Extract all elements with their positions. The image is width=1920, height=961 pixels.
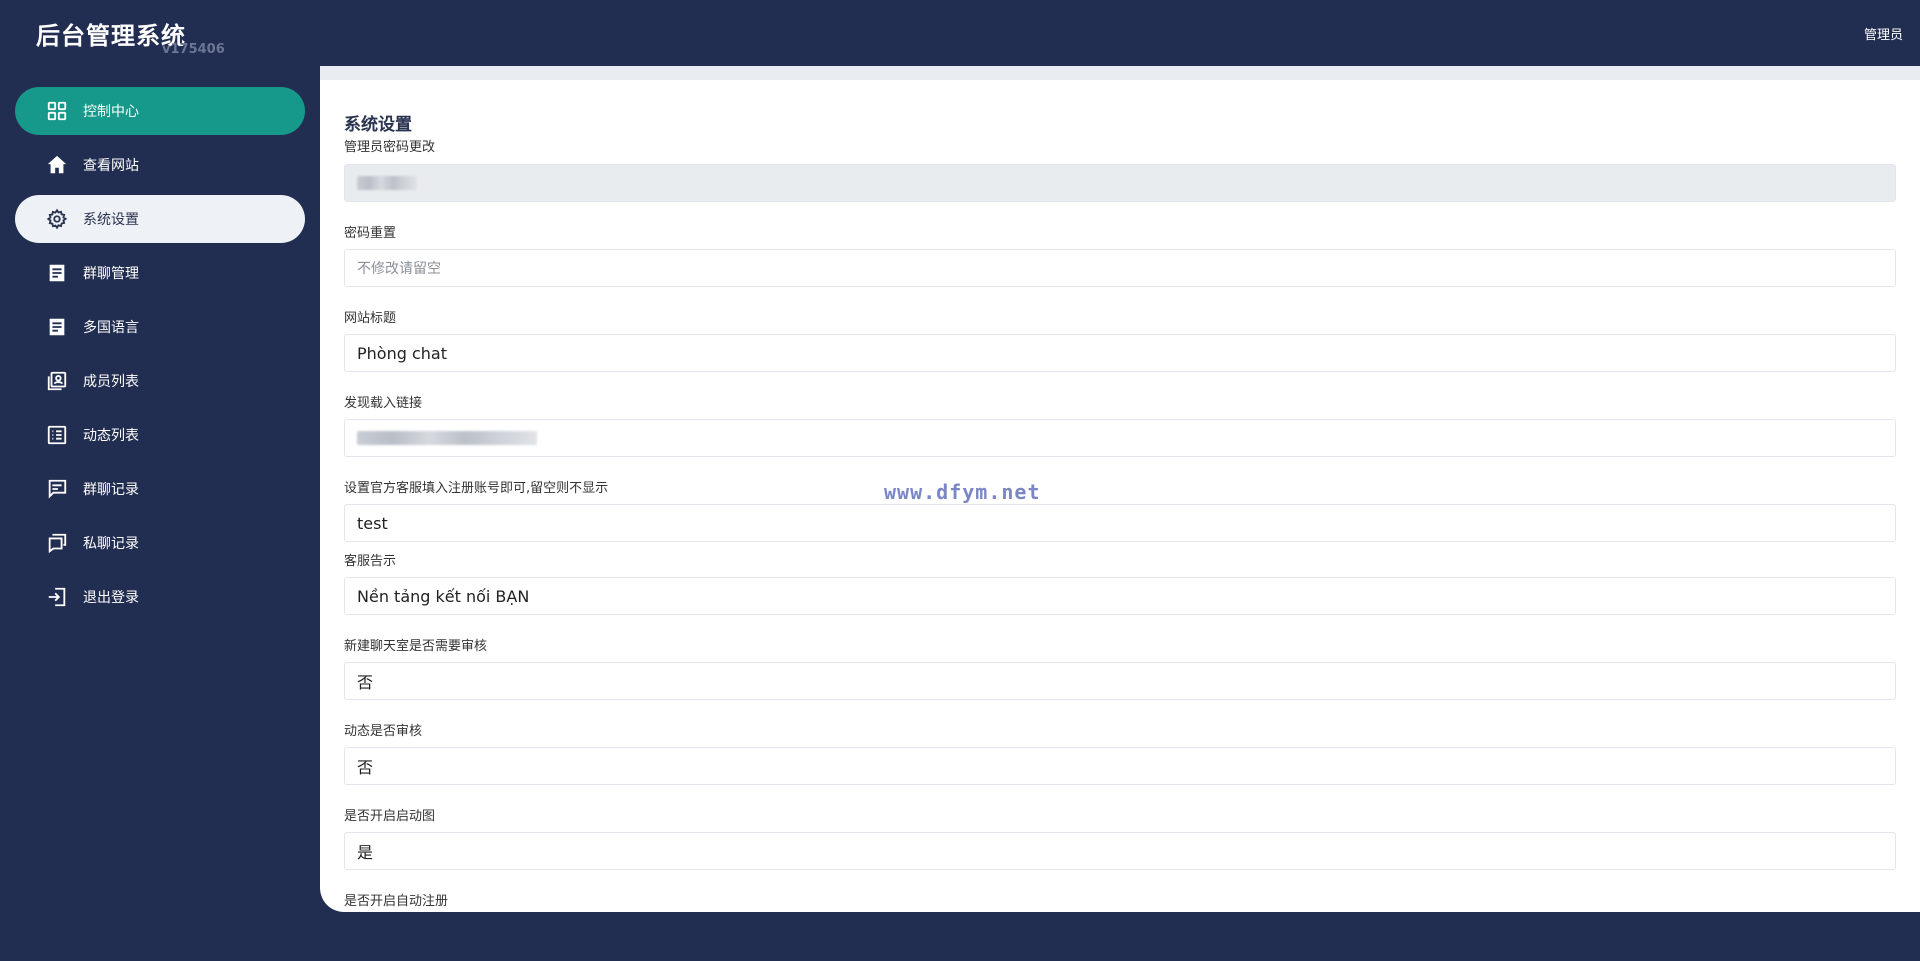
sidebar-item-logout[interactable]: 退出登录 — [15, 573, 305, 621]
admin-password-label: 管理员密码更改 — [344, 140, 436, 155]
list-icon — [45, 423, 69, 447]
sidebar-item-label: 查看网站 — [83, 158, 139, 174]
site-title-input[interactable]: Phòng chat — [344, 334, 1896, 372]
sidebar-item-label: 多国语言 — [83, 320, 139, 336]
document-icon — [45, 315, 69, 339]
sidebar-item-moments[interactable]: 动态列表 — [15, 411, 305, 459]
sidebar-item-settings[interactable]: 系统设置 — [15, 195, 305, 243]
redacted-value — [357, 431, 537, 445]
sidebar-item-label: 系统设置 — [83, 212, 139, 228]
support-notice-label: 客服告示 — [344, 554, 397, 569]
sidebar-item-members[interactable]: 成员列表 — [15, 357, 305, 405]
discover-link-input[interactable] — [344, 419, 1896, 457]
sidebar-item-label: 私聊记录 — [83, 536, 139, 552]
document-icon — [45, 261, 69, 285]
watermark: www.dfym.net — [884, 480, 1041, 504]
gear-icon — [45, 207, 69, 231]
sidebar: 后台管理系统 v175406 控制中心 查看网站 系统设置 群聊管理 多国语言 … — [0, 0, 320, 961]
settings-panel: 系统设置 管理员密码更改 密码重置 不修改请留空 网站标题 Phòng chat… — [320, 80, 1920, 912]
sidebar-item-label: 成员列表 — [83, 374, 139, 390]
contacts-icon — [45, 369, 69, 393]
chatroom-review-label: 新建聊天室是否需要审核 — [344, 639, 488, 654]
password-reset-label: 密码重置 — [344, 226, 397, 241]
sidebar-item-group-management[interactable]: 群聊管理 — [15, 249, 305, 297]
chat-icon — [45, 477, 69, 501]
admin-password-field[interactable] — [344, 164, 1896, 202]
sidebar-nav: 控制中心 查看网站 系统设置 群聊管理 多国语言 成员列表 动态列表 群聊记录 … — [15, 87, 305, 627]
password-reset-input[interactable]: 不修改请留空 — [344, 249, 1896, 287]
site-title-label: 网站标题 — [344, 311, 397, 326]
logout-icon — [45, 585, 69, 609]
moment-review-select[interactable]: 否 — [344, 747, 1896, 785]
user-label[interactable]: 管理员 — [1864, 24, 1903, 43]
brand-version: v175406 — [162, 42, 225, 57]
home-icon — [45, 153, 69, 177]
redacted-value — [357, 176, 417, 190]
sidebar-item-view-site[interactable]: 查看网站 — [15, 141, 305, 189]
chats-icon — [45, 531, 69, 555]
discover-link-label: 发现载入链接 — [344, 396, 423, 411]
support-account-label: 设置官方客服填入注册账号即可,留空则不显示 — [344, 481, 609, 496]
sidebar-item-label: 退出登录 — [83, 590, 139, 606]
moment-review-label: 动态是否审核 — [344, 724, 423, 739]
chatroom-review-select[interactable]: 否 — [344, 662, 1896, 700]
support-notice-input[interactable]: Nền tảng kết nối BẠN — [344, 577, 1896, 615]
page-title: 系统设置 — [344, 115, 412, 135]
sidebar-item-label: 控制中心 — [83, 104, 139, 120]
brand: 后台管理系统 v175406 — [36, 16, 276, 64]
sidebar-item-label: 群聊管理 — [83, 266, 139, 282]
support-account-input[interactable]: test — [344, 504, 1896, 542]
auto-register-label: 是否开启自动注册 — [344, 894, 449, 909]
splash-image-label: 是否开启启动图 — [344, 809, 436, 824]
sidebar-item-private-records[interactable]: 私聊记录 — [15, 519, 305, 567]
sidebar-item-label: 群聊记录 — [83, 482, 139, 498]
grid-icon — [45, 99, 69, 123]
sidebar-item-languages[interactable]: 多国语言 — [15, 303, 305, 351]
splash-image-select[interactable]: 是 — [344, 832, 1896, 870]
sidebar-item-group-records[interactable]: 群聊记录 — [15, 465, 305, 513]
sidebar-item-label: 动态列表 — [83, 428, 139, 444]
sidebar-item-dashboard[interactable]: 控制中心 — [15, 87, 305, 135]
